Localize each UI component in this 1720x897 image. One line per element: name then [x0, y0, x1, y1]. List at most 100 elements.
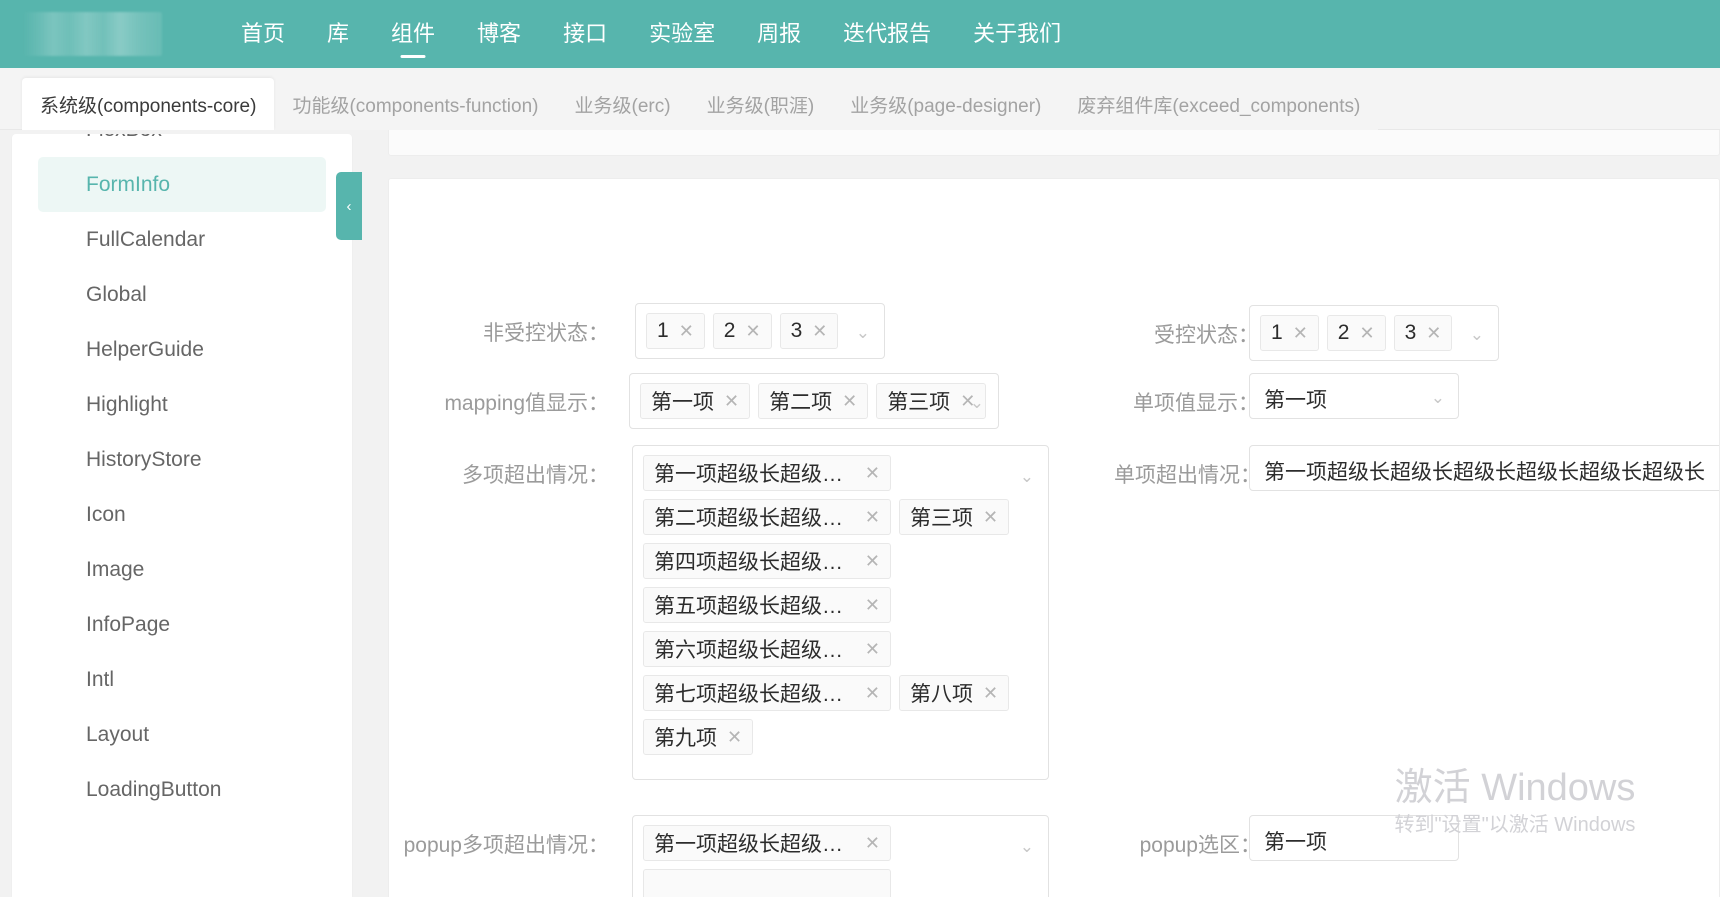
- tab-exceed-components[interactable]: 废弃组件库(exceed_components): [1059, 78, 1378, 130]
- sidebar-item-icon[interactable]: Icon: [38, 487, 326, 542]
- tag-remove-icon[interactable]: ✕: [865, 507, 880, 528]
- tag[interactable]: 第七项超级长超级长超级… ✕: [643, 675, 891, 711]
- tag-remove-icon[interactable]: ✕: [983, 507, 998, 528]
- tag[interactable]: 1 ✕: [1260, 315, 1319, 351]
- nav-item-label: 接口: [563, 21, 608, 46]
- tab-zhiya[interactable]: 业务级(职涯): [689, 78, 833, 130]
- label-popup-selection: popup选区：: [1139, 834, 1261, 857]
- chevron-down-icon[interactable]: ⌄: [1431, 389, 1445, 406]
- nav-item-blog[interactable]: 博客: [456, 0, 542, 68]
- category-tabs: 系统级(components-core) 功能级(components-func…: [22, 78, 1379, 130]
- sidebar-item-label: FlexBox: [86, 134, 162, 142]
- tag[interactable]: 第一项 ✕: [640, 383, 751, 419]
- sidebar-item-loadingbutton[interactable]: LoadingButton: [38, 762, 326, 817]
- controlled-tags: 1 ✕ 2 ✕ 3 ✕: [1250, 306, 1500, 360]
- sidebar-item-label: Global: [86, 282, 147, 306]
- nav-item-library[interactable]: 库: [306, 0, 370, 68]
- tag-label: 2: [1337, 321, 1350, 344]
- tag-label: 第三项: [887, 391, 951, 414]
- mapping-value-select[interactable]: 第一项 ✕ 第二项 ✕ 第三项 ✕ ⌄: [629, 373, 999, 429]
- sidebar-item-forminfo[interactable]: FormInfo: [38, 157, 326, 212]
- tag-remove-icon[interactable]: ✕: [679, 321, 694, 342]
- tab-components-core[interactable]: 系统级(components-core): [22, 78, 275, 130]
- sidebar-item-layout[interactable]: Layout: [38, 707, 326, 762]
- popup-selection-select[interactable]: 第一项: [1249, 815, 1459, 861]
- sidebar-item-label: LoadingButton: [86, 777, 222, 801]
- tag-remove-icon[interactable]: ✕: [865, 595, 880, 616]
- tag[interactable]: 第九项 ✕: [643, 719, 754, 755]
- sidebar-item-fullcalendar[interactable]: FullCalendar: [38, 212, 326, 267]
- collapse-glyph: ‹: [346, 197, 352, 215]
- tag-remove-icon[interactable]: ✕: [727, 727, 742, 748]
- tag-remove-icon[interactable]: ✕: [865, 639, 880, 660]
- sidebar-item-historystore[interactable]: HistoryStore: [38, 432, 326, 487]
- tag[interactable]: 2 ✕: [1326, 315, 1386, 351]
- nav-item-components[interactable]: 组件: [370, 0, 456, 68]
- tab-components-function[interactable]: 功能级(components-function): [274, 78, 556, 130]
- sidebar-item-global[interactable]: Global: [38, 267, 326, 322]
- tag[interactable]: 第五项超级长超级长超级… ✕: [643, 587, 891, 623]
- tag-label: 2: [723, 319, 736, 342]
- controlled-select[interactable]: 1 ✕ 2 ✕ 3 ✕ ⌄: [1249, 305, 1499, 361]
- uncontrolled-select[interactable]: 1 ✕ 2 ✕ 3 ✕ ⌄: [635, 303, 885, 359]
- tag-remove-icon[interactable]: ✕: [812, 321, 827, 342]
- sidebar-item-highlight[interactable]: Highlight: [38, 377, 326, 432]
- tab-erc[interactable]: 业务级(erc): [557, 78, 689, 130]
- tab-page-designer[interactable]: 业务级(page-designer): [832, 78, 1059, 130]
- tag[interactable]: 3 ✕: [779, 313, 839, 349]
- sidebar-item-image[interactable]: Image: [38, 542, 326, 597]
- tag[interactable]: 第一项超级长超级长超级… ✕: [643, 825, 891, 861]
- tag[interactable]: 第四项超级长超级长超级… ✕: [643, 543, 891, 579]
- multi-overflow-select[interactable]: 第一项超级长超级长超级… ✕ 第二项超级长超级长超级… ✕ 第三项 ✕ 第四项超级长超…: [632, 445, 1049, 780]
- nav-item-home[interactable]: 首页: [220, 0, 306, 68]
- sidebar-item-infopage[interactable]: InfoPage: [38, 597, 326, 652]
- tag[interactable]: 第二项超级长超级长超级… ✕: [643, 499, 891, 535]
- nav-item-label: 首页: [241, 21, 286, 46]
- tag-remove-icon[interactable]: ✕: [865, 551, 880, 572]
- tag-remove-icon[interactable]: ✕: [865, 833, 880, 854]
- nav-item-api[interactable]: 接口: [542, 0, 628, 68]
- tag[interactable]: 1 ✕: [646, 313, 705, 349]
- tag-remove-icon[interactable]: ✕: [842, 391, 857, 412]
- tag-remove-icon[interactable]: ✕: [960, 391, 975, 412]
- nav-item-lab[interactable]: 实验室: [628, 0, 736, 68]
- tag-remove-icon[interactable]: ✕: [865, 463, 880, 484]
- tag-remove-icon[interactable]: ✕: [983, 683, 998, 704]
- tag-label: 1: [657, 319, 669, 342]
- tag-remove-icon[interactable]: ✕: [1359, 323, 1374, 344]
- tag-label: 第二项超级长超级长超级…: [654, 507, 855, 530]
- tag-remove-icon[interactable]: ✕: [865, 683, 880, 704]
- nav-item-iteration-report[interactable]: 迭代报告: [822, 0, 952, 68]
- mapping-value-tags: 第一项 ✕ 第二项 ✕ 第三项 ✕: [630, 374, 1000, 428]
- nav-item-weekly[interactable]: 周报: [736, 0, 822, 68]
- sidebar-item-intl[interactable]: Intl: [38, 652, 326, 707]
- single-overflow-input[interactable]: 第一项超级长超级长超级长超级长超级长超级长: [1249, 445, 1719, 491]
- sidebar-collapse-chevron-left-icon[interactable]: ‹: [336, 172, 362, 240]
- tag[interactable]: 第八项 ✕: [899, 675, 1010, 711]
- uncontrolled-tags: 1 ✕ 2 ✕ 3 ✕: [636, 304, 886, 358]
- tag[interactable]: 第二项 ✕: [758, 383, 869, 419]
- tag-remove-icon[interactable]: ✕: [1293, 323, 1308, 344]
- tag[interactable]: 2 ✕: [712, 313, 772, 349]
- popup-multi-overflow-tags: 第一项超级长超级长超级… ✕: [633, 816, 1048, 897]
- tag[interactable]: 第三项 ✕: [899, 499, 1010, 535]
- sidebar-item-helperguide[interactable]: HelperGuide: [38, 322, 326, 377]
- single-value-select[interactable]: 第一项 ⌄: [1249, 373, 1459, 419]
- site-logo[interactable]: [22, 12, 162, 56]
- sidebar-list: FlexBox FormInfo FullCalendar Global Hel…: [12, 134, 352, 817]
- tag[interactable]: 第六项超级长超级长超级… ✕: [643, 631, 891, 667]
- tag[interactable]: 第一项超级长超级长超级… ✕: [643, 455, 891, 491]
- tag[interactable]: 3 ✕: [1393, 315, 1453, 351]
- nav-item-about-us[interactable]: 关于我们: [952, 0, 1082, 68]
- nav-item-label: 库: [327, 21, 350, 46]
- tag-remove-icon[interactable]: ✕: [724, 391, 739, 412]
- tab-label: 系统级(components-core): [40, 95, 257, 117]
- tag-label: 第四项超级长超级长超级…: [654, 551, 855, 574]
- tag-remove-icon[interactable]: ✕: [1426, 323, 1441, 344]
- sidebar-item-flexbox[interactable]: FlexBox: [38, 134, 326, 157]
- tag-placeholder[interactable]: [643, 869, 891, 897]
- multi-overflow-tags: 第一项超级长超级长超级… ✕ 第二项超级长超级长超级… ✕ 第三项 ✕ 第四项超级长超…: [633, 446, 1050, 764]
- tag-remove-icon[interactable]: ✕: [745, 321, 760, 342]
- popup-multi-overflow-select[interactable]: 第一项超级长超级长超级…✕ ⌄: [632, 815, 1049, 897]
- tag[interactable]: 第三项 ✕: [876, 383, 987, 419]
